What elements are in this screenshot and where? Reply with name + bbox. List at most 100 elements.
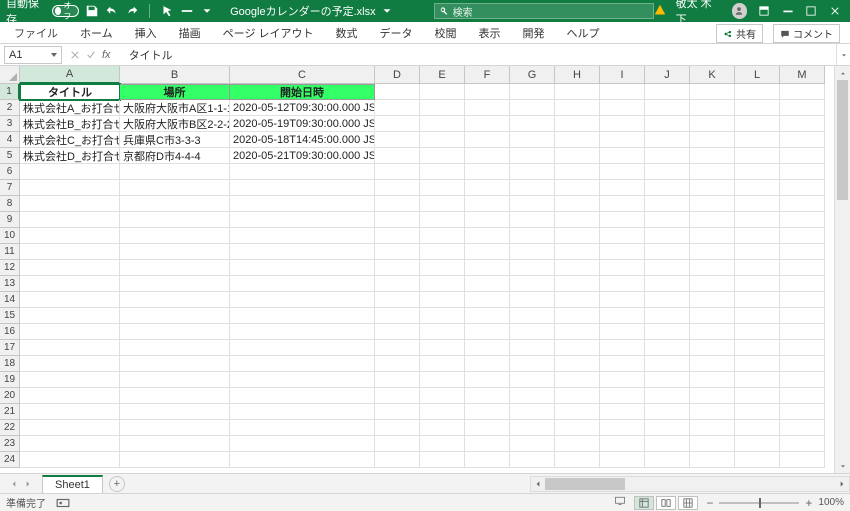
cell[interactable]: タイトル — [20, 84, 120, 100]
scroll-right-button[interactable] — [835, 477, 849, 491]
cell[interactable] — [690, 340, 735, 356]
cell[interactable] — [555, 212, 600, 228]
vertical-scrollbar[interactable] — [834, 66, 850, 473]
cell[interactable] — [20, 276, 120, 292]
cell[interactable] — [645, 388, 690, 404]
cells-area[interactable]: タイトル場所開始日時株式会社A_お打合せ大阪府大阪市A区1-1-12020-05… — [20, 84, 834, 473]
cell[interactable] — [735, 276, 780, 292]
tab-data[interactable]: データ — [370, 22, 423, 44]
cell[interactable] — [20, 404, 120, 420]
row-header[interactable]: 3 — [0, 116, 20, 132]
cell[interactable] — [780, 148, 825, 164]
cell[interactable] — [465, 228, 510, 244]
cell[interactable] — [780, 276, 825, 292]
cell[interactable] — [420, 100, 465, 116]
cell[interactable] — [375, 164, 420, 180]
cell[interactable] — [510, 372, 555, 388]
cell[interactable] — [420, 212, 465, 228]
page-layout-view-button[interactable] — [656, 496, 676, 510]
cell[interactable] — [465, 372, 510, 388]
cell[interactable] — [465, 388, 510, 404]
cell[interactable] — [555, 436, 600, 452]
cell[interactable] — [375, 180, 420, 196]
cell[interactable] — [735, 388, 780, 404]
cell[interactable] — [645, 212, 690, 228]
cell[interactable] — [420, 340, 465, 356]
redo-icon[interactable] — [125, 4, 139, 18]
cell[interactable] — [230, 340, 375, 356]
cell[interactable] — [735, 340, 780, 356]
cell[interactable]: 株式会社C_お打合せ — [20, 132, 120, 148]
cell[interactable] — [555, 404, 600, 420]
row-header[interactable]: 10 — [0, 228, 20, 244]
cell[interactable] — [465, 180, 510, 196]
cell[interactable] — [375, 244, 420, 260]
cell[interactable] — [510, 84, 555, 100]
cell[interactable] — [645, 228, 690, 244]
cell[interactable] — [600, 276, 645, 292]
horizontal-scroll-thumb[interactable] — [545, 478, 625, 490]
cell[interactable] — [510, 164, 555, 180]
cell[interactable] — [780, 420, 825, 436]
cell[interactable] — [510, 404, 555, 420]
cell[interactable] — [690, 132, 735, 148]
cell[interactable] — [690, 116, 735, 132]
tab-home[interactable]: ホーム — [70, 22, 123, 44]
column-header[interactable]: E — [420, 66, 465, 84]
cell[interactable] — [645, 84, 690, 100]
cell[interactable] — [735, 212, 780, 228]
cell[interactable] — [780, 244, 825, 260]
cell[interactable] — [645, 356, 690, 372]
cell[interactable] — [420, 116, 465, 132]
cell[interactable] — [690, 100, 735, 116]
qat-dropdown-icon[interactable] — [200, 4, 214, 18]
column-header[interactable]: D — [375, 66, 420, 84]
save-icon[interactable] — [85, 4, 99, 18]
cell[interactable] — [420, 84, 465, 100]
cell[interactable] — [600, 436, 645, 452]
cell[interactable] — [600, 324, 645, 340]
cell[interactable] — [120, 388, 230, 404]
cell[interactable] — [510, 100, 555, 116]
ribbon-options-icon[interactable] — [757, 4, 771, 18]
cell[interactable] — [375, 324, 420, 340]
cell[interactable] — [690, 84, 735, 100]
cell[interactable] — [510, 212, 555, 228]
cell[interactable] — [20, 420, 120, 436]
cell[interactable] — [690, 148, 735, 164]
cell[interactable] — [230, 180, 375, 196]
cell[interactable] — [690, 388, 735, 404]
cell[interactable] — [780, 116, 825, 132]
cell[interactable] — [555, 292, 600, 308]
cell[interactable] — [120, 420, 230, 436]
cell[interactable] — [735, 308, 780, 324]
cell[interactable] — [20, 324, 120, 340]
cell[interactable] — [690, 196, 735, 212]
cell[interactable] — [555, 276, 600, 292]
cell[interactable] — [120, 212, 230, 228]
cell[interactable] — [735, 452, 780, 468]
cell[interactable] — [780, 452, 825, 468]
row-header[interactable]: 15 — [0, 308, 20, 324]
cell[interactable] — [510, 436, 555, 452]
zoom-slider[interactable] — [719, 502, 799, 504]
cell[interactable] — [375, 100, 420, 116]
cell[interactable] — [690, 180, 735, 196]
cell[interactable] — [510, 452, 555, 468]
sheet-prev-icon[interactable] — [10, 480, 18, 488]
column-header[interactable]: M — [780, 66, 825, 84]
cell[interactable] — [780, 212, 825, 228]
row-header[interactable]: 24 — [0, 452, 20, 468]
cell[interactable] — [465, 404, 510, 420]
cell[interactable] — [645, 292, 690, 308]
cell[interactable] — [465, 84, 510, 100]
cell[interactable] — [600, 100, 645, 116]
maximize-button[interactable] — [805, 4, 819, 18]
tab-help[interactable]: ヘルプ — [557, 22, 610, 44]
cell[interactable] — [230, 212, 375, 228]
tab-formulas[interactable]: 数式 — [326, 22, 368, 44]
cell[interactable] — [780, 356, 825, 372]
cell[interactable] — [510, 308, 555, 324]
cell[interactable] — [735, 404, 780, 420]
cell[interactable]: 2020-05-18T14:45:00.000 JST — [230, 132, 375, 148]
